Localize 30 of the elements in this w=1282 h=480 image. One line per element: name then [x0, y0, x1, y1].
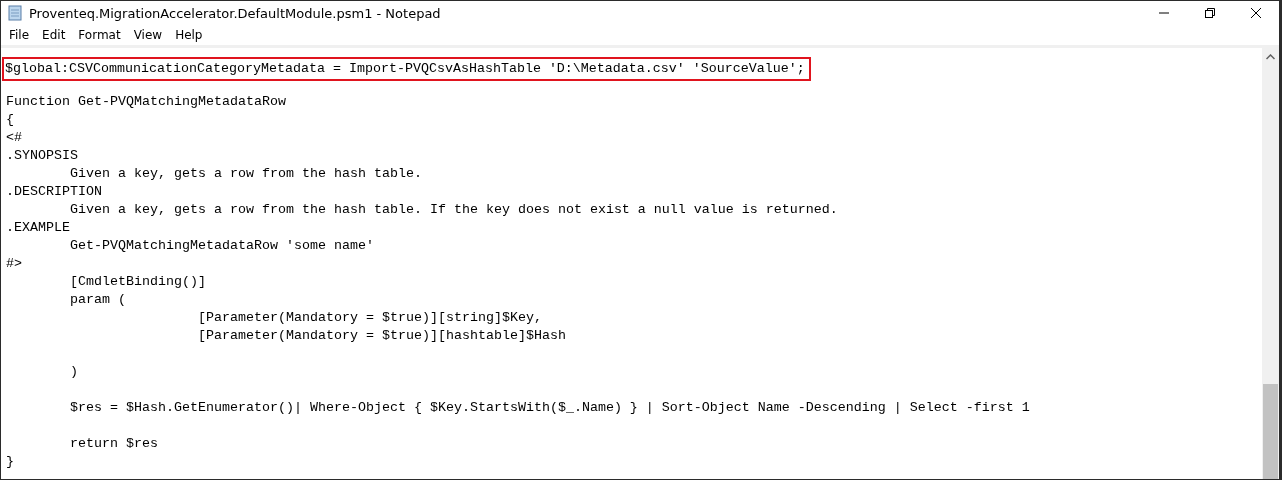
window-title: Proventeq.MigrationAccelerator.DefaultModule.psm1 - Notepad [29, 5, 441, 21]
code-line: $res = $Hash.GetEnumerator()| Where-Object { $Key.StartsWith($_.Name) } | Sort-Object Name -Descending | Select -first 1 [69, 400, 1030, 415]
code-line: return $res [69, 436, 158, 451]
code-line: param ( [69, 292, 126, 307]
code-line: <# [6, 130, 22, 145]
notepad-icon [7, 5, 23, 21]
vertical-scrollbar[interactable] [1262, 48, 1279, 479]
restore-icon [1204, 7, 1216, 19]
menu-item[interactable]: Format [72, 28, 128, 42]
menu-item[interactable]: View [127, 28, 170, 42]
code-line: .SYNOPSIS [6, 148, 78, 163]
code-line: [Parameter(Mandatory = $true)][string]$Key, [196, 310, 542, 325]
scrollbar-thumb[interactable] [1263, 384, 1278, 479]
menu-item[interactable]: Help [169, 28, 210, 42]
code-line: { [6, 112, 14, 127]
menu-item[interactable]: Edit [36, 28, 73, 42]
code-line: .EXAMPLE [6, 220, 70, 235]
code-line: [Parameter(Mandatory = $true)][hashtable]$Hash [196, 328, 566, 343]
code-line: } [6, 454, 14, 469]
code-line: Function Get-PVQMatchingMetadataRow [6, 94, 286, 109]
code-line: Given a key, gets a row from the hash table. [69, 166, 422, 181]
menu-item[interactable]: File [3, 28, 37, 42]
code-line: .DESCRIPTION [6, 184, 102, 199]
code-line: #> [6, 256, 22, 271]
code-line: ) [69, 364, 78, 379]
code-line: Given a key, gets a row from the hash table. If the key does not exist a null value is returned. [69, 202, 838, 217]
code-line: [CmdletBinding()] [69, 274, 206, 289]
code-line: Get-PVQMatchingMetadataRow 'some name' [69, 238, 374, 253]
scroll-up-icon[interactable] [1266, 54, 1275, 60]
close-icon [1250, 7, 1262, 19]
